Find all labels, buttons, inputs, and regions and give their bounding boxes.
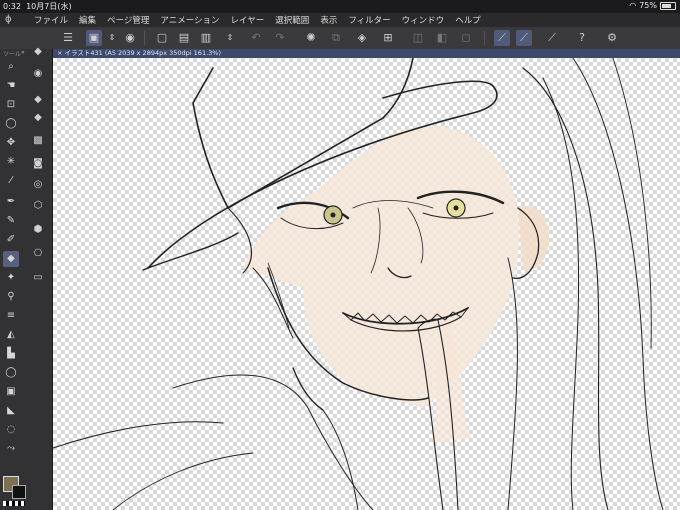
pen-pressure-icon[interactable]: ⟋: [494, 30, 510, 46]
move-icon[interactable]: ✥: [3, 135, 19, 151]
copy-icon[interactable]: ⧉: [328, 30, 344, 46]
loading-icon: ✺: [306, 31, 316, 44]
eraser-custom-icon[interactable]: ⎔: [29, 245, 47, 263]
color-swap-strip[interactable]: [3, 501, 25, 506]
blend-icon[interactable]: ✦: [3, 270, 19, 286]
illustration: [53, 58, 664, 510]
clock: 0:32: [3, 2, 21, 11]
pencil-icon[interactable]: ✎: [3, 213, 19, 229]
left-pupil: [330, 212, 336, 218]
menu-filter[interactable]: フィルター: [348, 14, 390, 26]
brush-icon[interactable]: ✐: [3, 232, 19, 248]
hand-icon[interactable]: ☚: [3, 78, 19, 94]
neck-line: [292, 367, 324, 411]
menu-layer[interactable]: レイヤー: [231, 14, 265, 26]
eraser-outline-icon[interactable]: ⬢: [29, 221, 47, 239]
new-file-icon[interactable]: ▢: [154, 30, 170, 46]
select-all-icon[interactable]: ◻: [458, 30, 474, 46]
long-hair: [522, 67, 609, 510]
fill-bucket-icon[interactable]: ◭: [3, 327, 19, 343]
lasso-icon[interactable]: ◯: [3, 116, 19, 132]
wifi-icon: ◠: [629, 1, 637, 10]
ear-wash: [518, 205, 549, 271]
drawing-canvas[interactable]: [53, 58, 680, 510]
eraser-layer-icon[interactable]: ◙: [29, 155, 47, 173]
zoom-icon[interactable]: ⌕: [3, 59, 19, 75]
eraser-clear-icon[interactable]: ▭: [29, 269, 47, 287]
canvas-tab[interactable]: × イラスト431 (A5 2039 x 2894px 350dpi 161.3…: [53, 49, 680, 58]
new-canvas-icon[interactable]: ▣: [86, 30, 102, 46]
skin-wash: [243, 125, 520, 409]
airbrush-icon[interactable]: ⚲: [3, 289, 19, 305]
fill-icon[interactable]: ◈: [354, 30, 370, 46]
long-hair: [507, 257, 518, 510]
eraser-multi-icon[interactable]: ⬡: [29, 197, 47, 215]
sub-color-swatch[interactable]: [12, 485, 26, 499]
command-bar: ☰ ▣ ⇕ ◉ ▢ ▤ ▥ ⇕ ↶ ↷ ✺ ⧉ ◈ ⊞ ◫ ◧ ◻ ⟋ ⟋ ⟋ …: [0, 27, 680, 50]
text-icon[interactable]: ◣: [3, 403, 19, 419]
long-hair: [612, 58, 652, 349]
transform-icon[interactable]: ⊞: [380, 30, 396, 46]
menu-bar: ϕ ファイル 編集 ページ管理 アニメーション レイヤー 選択範囲 表示 フィル…: [0, 13, 680, 27]
coat-line: [53, 421, 224, 449]
open-file-icon[interactable]: ▤: [176, 30, 192, 46]
menu-edit[interactable]: 編集: [79, 14, 96, 26]
right-pupil: [453, 205, 459, 211]
save-stepper-icon[interactable]: ⇕: [222, 30, 238, 46]
stroke-correction-icon[interactable]: ⟋: [516, 30, 532, 46]
figure-icon[interactable]: ◯: [3, 365, 19, 381]
eraser-hard-icon[interactable]: ◆: [29, 43, 47, 61]
long-hair: [542, 77, 580, 510]
tool-panel-title: ツール: [3, 51, 22, 58]
clear-selection-icon[interactable]: ◫: [410, 30, 426, 46]
status-bar: 0:32 10月7日(水) ◠ 75%: [0, 0, 680, 13]
menu-help[interactable]: ヘルプ: [455, 14, 481, 26]
collapse-icon[interactable]: «: [21, 49, 25, 56]
date: 10月7日(水): [26, 2, 72, 11]
ruler-icon[interactable]: ≡: [3, 308, 19, 324]
save-icon[interactable]: ▥: [198, 30, 214, 46]
snap-icon[interactable]: ⟋: [544, 30, 560, 46]
eraser-soft-icon[interactable]: ◉: [29, 65, 47, 83]
tool-panel: ツール « ⌕ ☚ ⊡ ◯ ✥ ✳ ⁄ ✒ ✎ ✐ ◆ ✦ ⚲ ≡ ◭ ▙ ◯ …: [0, 46, 53, 510]
correct-line-icon[interactable]: ⤳: [3, 441, 19, 457]
clip-studio-window: 0:32 10月7日(水) ◠ 75% ϕ ファイル 編集 ページ管理 アニメー…: [0, 0, 680, 510]
menu-selection[interactable]: 選択範囲: [275, 14, 309, 26]
eraser-icon[interactable]: ◆: [3, 251, 19, 267]
eraser-vector-icon[interactable]: ◆: [29, 109, 47, 127]
menu-icon[interactable]: ☰: [60, 30, 76, 46]
undo-icon[interactable]: ↶: [248, 30, 264, 46]
menu-page[interactable]: ページ管理: [107, 14, 149, 26]
frame-icon[interactable]: ▣: [3, 384, 19, 400]
collar-line: [172, 374, 374, 510]
rotate-icon[interactable]: ⊡: [3, 97, 19, 113]
magic-wand-icon[interactable]: ✳: [3, 154, 19, 170]
eyedropper-icon[interactable]: ⁄: [3, 173, 19, 189]
settings-icon[interactable]: ⚙: [604, 30, 620, 46]
pen-icon[interactable]: ✒: [3, 194, 19, 210]
canvas-tab-title: × イラスト431 (A5 2039 x 2894px 350dpi 161.3…: [57, 49, 221, 57]
invert-selection-icon[interactable]: ◧: [434, 30, 450, 46]
stepper-icon[interactable]: ⇕: [104, 30, 120, 46]
eraser-kneaded-icon[interactable]: ▩: [29, 132, 47, 150]
long-hair: [572, 58, 664, 510]
eraser-rough-icon[interactable]: ◆: [29, 91, 47, 109]
redo-icon[interactable]: ↷: [272, 30, 288, 46]
help-icon[interactable]: ?: [574, 30, 590, 46]
coat-line: [112, 452, 254, 510]
coat-line: [322, 409, 359, 510]
battery-percent: 75%: [639, 1, 657, 10]
menu-file[interactable]: ファイル: [34, 14, 68, 26]
menu-animation[interactable]: アニメーション: [160, 14, 219, 26]
vector-eraser-icon[interactable]: ◉: [122, 30, 138, 46]
hat-brim-under: [142, 232, 239, 271]
menu-window[interactable]: ウィンドウ: [402, 14, 445, 26]
eraser-snap-icon[interactable]: ◎: [29, 176, 47, 194]
balloon-icon[interactable]: ◌: [3, 422, 19, 438]
gradient-icon[interactable]: ▙: [3, 346, 19, 362]
clip-studio-logo-icon[interactable]: ϕ: [5, 13, 21, 27]
battery-icon: [660, 1, 676, 10]
menu-view[interactable]: 表示: [320, 14, 337, 26]
